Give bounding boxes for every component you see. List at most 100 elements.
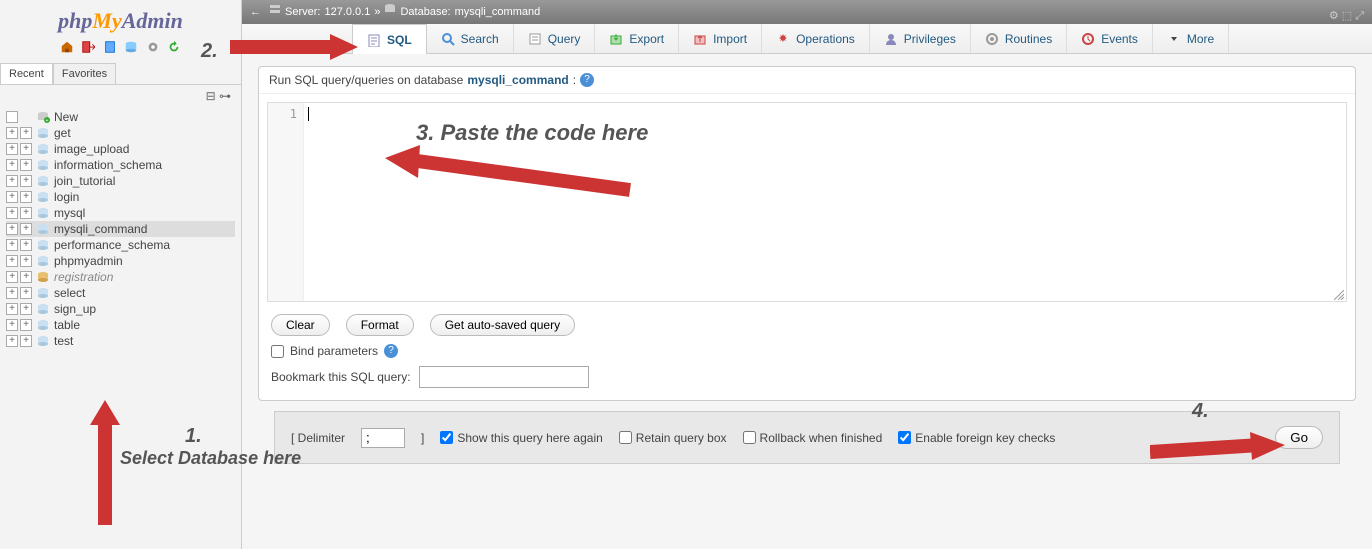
sidebar-tab-favorites[interactable]: Favorites — [53, 63, 116, 84]
reload-icon[interactable] — [167, 40, 181, 54]
tab-import[interactable]: Import — [679, 24, 762, 53]
collapse-minus-icon[interactable]: ⊟ — [206, 89, 216, 103]
expand-icon-2[interactable]: + — [20, 191, 32, 203]
resize-handle-icon[interactable] — [1334, 289, 1344, 299]
autosaved-button[interactable]: Get auto-saved query — [430, 314, 575, 336]
sidebar: phpMyAdmin Recent Favorites ⊟ ⊶ + New ++… — [0, 0, 242, 549]
expand-icon-2[interactable]: + — [20, 143, 32, 155]
server-value[interactable]: 127.0.0.1 — [324, 0, 370, 24]
tab-privileges[interactable]: Privileges — [870, 24, 971, 53]
tree-item-db[interactable]: ++mysql — [6, 205, 235, 221]
tab-more[interactable]: More — [1153, 24, 1229, 53]
sql-editor[interactable]: 1 — [267, 102, 1347, 302]
tree-item-db[interactable]: ++phpmyadmin — [6, 253, 235, 269]
tab-routines[interactable]: Routines — [971, 24, 1067, 53]
database-icon — [36, 223, 50, 235]
gear-icon[interactable] — [146, 40, 160, 54]
new-db-icon: + — [36, 111, 50, 123]
tab-sql[interactable]: SQL — [352, 24, 427, 54]
expand-icon-2[interactable]: + — [20, 335, 32, 347]
expand-icon[interactable]: + — [6, 223, 18, 235]
tab-events[interactable]: Events — [1067, 24, 1153, 53]
expand-icon[interactable]: + — [6, 287, 18, 299]
home-icon[interactable] — [60, 40, 74, 54]
tree-item-db[interactable]: ++get — [6, 125, 235, 141]
expand-icon[interactable]: + — [6, 207, 18, 219]
tree-item-db[interactable]: ++login — [6, 189, 235, 205]
tab-export[interactable]: Export — [595, 24, 679, 53]
tree-item-db[interactable]: ++image_upload — [6, 141, 235, 157]
format-button[interactable]: Format — [346, 314, 414, 336]
expand-icon[interactable]: + — [6, 159, 18, 171]
delimiter-input[interactable] — [361, 428, 405, 448]
tab-label: Import — [713, 32, 747, 46]
sql-icon[interactable] — [124, 40, 138, 54]
tree-item-db[interactable]: ++information_schema — [6, 157, 235, 173]
expand-icon[interactable]: + — [6, 319, 18, 331]
footer-bar: [ Delimiter ] Show this query here again… — [274, 411, 1340, 464]
sql-icon — [367, 33, 381, 47]
bookmark-input[interactable] — [419, 366, 589, 388]
tree-item-db[interactable]: ++registration — [6, 269, 235, 285]
back-arrow-icon[interactable]: ← — [250, 0, 261, 24]
rollback-checkbox[interactable] — [743, 431, 756, 444]
expand-icon-2[interactable]: + — [20, 255, 32, 267]
link-icon[interactable]: ⊶ — [219, 89, 231, 103]
clear-button[interactable]: Clear — [271, 314, 330, 336]
svg-text:+: + — [46, 118, 49, 123]
retain-checkbox[interactable] — [619, 431, 632, 444]
tree-item-db[interactable]: ++test — [6, 333, 235, 349]
tab-label: Operations — [796, 32, 855, 46]
export-icon — [609, 32, 623, 46]
expand-icon-2[interactable]: + — [20, 175, 32, 187]
expand-icon-2[interactable]: + — [20, 159, 32, 171]
tree-item-db[interactable]: ++join_tutorial — [6, 173, 235, 189]
expand-icon[interactable]: + — [6, 175, 18, 187]
expand-icon[interactable]: + — [6, 127, 18, 139]
logo-php: php — [58, 8, 92, 33]
expand-icon-2[interactable]: + — [20, 319, 32, 331]
db-value[interactable]: mysqli_command — [455, 0, 541, 24]
tree-item-db[interactable]: ++sign_up — [6, 301, 235, 317]
tab-label: Events — [1101, 32, 1138, 46]
help-icon[interactable]: ? — [580, 73, 594, 87]
expand-icon-2[interactable]: + — [20, 303, 32, 315]
expand-icon[interactable]: + — [6, 335, 18, 347]
tree-item-db[interactable]: ++mysqli_command — [6, 221, 235, 237]
show-again-checkbox[interactable] — [440, 431, 453, 444]
tree-item-db[interactable]: ++table — [6, 317, 235, 333]
expand-icon-2[interactable]: + — [20, 223, 32, 235]
expand-icon[interactable]: + — [6, 143, 18, 155]
expand-icon[interactable]: + — [6, 271, 18, 283]
bind-parameters-checkbox[interactable] — [271, 345, 284, 358]
expand-icon[interactable]: + — [6, 239, 18, 251]
docs-icon[interactable] — [103, 40, 117, 54]
fk-checkbox[interactable] — [898, 431, 911, 444]
tab-search[interactable]: Search — [427, 24, 514, 53]
editor-textarea[interactable] — [304, 103, 1346, 301]
query-title-db[interactable]: mysqli_command — [467, 73, 568, 87]
go-button[interactable]: Go — [1275, 426, 1323, 449]
logout-icon[interactable] — [81, 40, 95, 54]
page-settings-icon[interactable]: ⚙ ⬚ ⤢ — [1329, 4, 1364, 28]
tree-item-db[interactable]: ++select — [6, 285, 235, 301]
expand-icon[interactable]: + — [6, 191, 18, 203]
tab-operations[interactable]: Operations — [762, 24, 870, 53]
expand-icon-2[interactable]: + — [20, 287, 32, 299]
tree-item-db[interactable]: ++performance_schema — [6, 237, 235, 253]
more-icon — [1167, 32, 1181, 46]
expand-icon-2[interactable]: + — [20, 239, 32, 251]
delimiter-open: [ Delimiter — [291, 431, 345, 445]
tree-new[interactable]: + New — [6, 109, 235, 125]
line-number: 1 — [290, 107, 297, 121]
privileges-icon — [884, 32, 898, 46]
expand-icon[interactable]: + — [6, 255, 18, 267]
expand-icon[interactable]: + — [6, 303, 18, 315]
sidebar-tab-recent[interactable]: Recent — [0, 63, 53, 84]
tab-query[interactable]: Query — [514, 24, 596, 53]
expand-icon-2[interactable]: + — [20, 271, 32, 283]
database-icon — [36, 255, 50, 267]
bind-help-icon[interactable]: ? — [384, 344, 398, 358]
expand-icon-2[interactable]: + — [20, 127, 32, 139]
expand-icon-2[interactable]: + — [20, 207, 32, 219]
